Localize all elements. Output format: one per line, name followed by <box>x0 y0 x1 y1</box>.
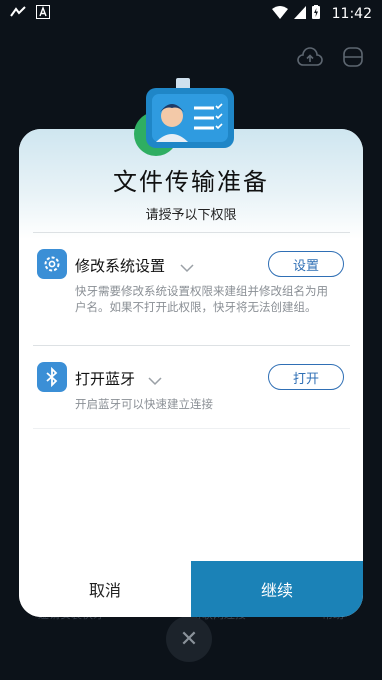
cloud-upload-icon[interactable] <box>296 46 324 72</box>
cancel-button[interactable]: 取消 <box>19 561 191 617</box>
divider <box>33 428 350 429</box>
dialog-subtitle: 请授予以下权限 <box>145 208 237 223</box>
permission-description: 快牙需要修改系统设置权限来建组并修改组名为用户名。如果不打开此权限，快牙将无法创… <box>75 284 328 314</box>
open-bluetooth-button[interactable]: 打开 <box>268 364 344 390</box>
app-notification-icon <box>10 6 26 22</box>
id-card-illustration <box>130 78 240 158</box>
switch-device-icon[interactable] <box>342 46 364 72</box>
close-button[interactable]: ✕ <box>166 616 212 662</box>
gear-icon <box>37 249 67 279</box>
continue-button[interactable]: 继续 <box>191 561 363 617</box>
settings-button[interactable]: 设置 <box>268 251 344 277</box>
battery-charging-icon <box>311 5 320 23</box>
background-toolbar <box>296 46 364 72</box>
divider <box>33 232 350 233</box>
permission-description: 开启蓝牙可以快速建立连接 <box>75 397 213 411</box>
clock: 11:42 <box>331 6 372 22</box>
signal-icon <box>293 5 306 23</box>
bluetooth-icon <box>37 362 67 392</box>
close-icon: ✕ <box>179 626 199 652</box>
chevron-down-icon[interactable] <box>180 258 194 277</box>
permission-title: 打开蓝牙 <box>75 370 136 388</box>
divider <box>33 345 350 346</box>
dialog-title: 文件传输准备 <box>113 168 269 196</box>
status-bar: 11:42 <box>0 0 382 28</box>
permission-title: 修改系统设置 <box>75 257 166 275</box>
chevron-down-icon[interactable] <box>148 371 162 390</box>
font-app-icon <box>36 5 50 23</box>
wifi-icon <box>271 5 288 23</box>
